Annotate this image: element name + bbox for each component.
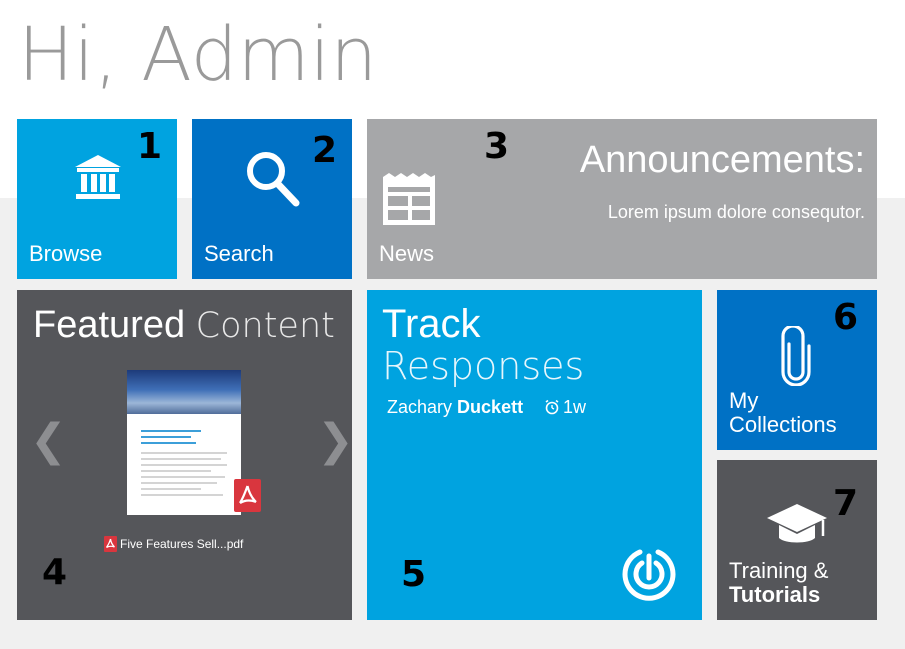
search-tile[interactable]: Search 2 xyxy=(192,119,352,279)
track-title: Track xyxy=(382,302,481,346)
doc-text-line xyxy=(141,476,225,478)
search-label: Search xyxy=(204,241,274,266)
collections-label-line2: Collections xyxy=(729,412,837,437)
alarm-clock-icon xyxy=(545,399,559,415)
doc-heading-line xyxy=(141,436,191,438)
doc-text-line xyxy=(141,494,223,496)
document-cover-photo xyxy=(127,370,241,414)
callout-number-1: 1 xyxy=(137,126,163,167)
callout-number-5: 5 xyxy=(401,554,427,595)
pdf-icon xyxy=(234,479,261,512)
greeting-title: Hi, Admin xyxy=(18,12,378,98)
paperclip-icon xyxy=(781,326,811,386)
callout-number-6: 6 xyxy=(833,297,859,338)
callout-number-2: 2 xyxy=(312,130,338,171)
news-label: News xyxy=(379,241,435,266)
announcements-text: Lorem ipsum dolore consequtor. xyxy=(607,202,865,222)
doc-text-line xyxy=(141,470,211,472)
track-user-name: Zachary Duckett xyxy=(387,397,523,418)
featured-title: Featured Content xyxy=(33,304,335,347)
doc-heading-line xyxy=(141,430,201,432)
training-label-line2: Tutorials xyxy=(729,582,821,607)
pdf-icon xyxy=(104,536,117,552)
browse-label: Browse xyxy=(29,241,103,266)
user-first-name: Zachary xyxy=(387,397,453,417)
track-age: 1w xyxy=(563,397,587,417)
carousel-next-arrow[interactable]: ❯ xyxy=(317,415,352,466)
doc-text-line xyxy=(141,488,201,490)
featured-title-bold: Featured xyxy=(33,304,186,346)
callout-number-3: 3 xyxy=(484,126,510,167)
browse-tile[interactable]: Browse 1 xyxy=(17,119,177,279)
news-tile[interactable]: News 3 Announcements: Lorem ipsum dolore… xyxy=(367,119,877,279)
carousel-prev-arrow[interactable]: ❮ xyxy=(30,415,67,466)
collections-label-line1: My xyxy=(729,388,759,413)
training-tutorials-tile[interactable]: Training & Tutorials 7 xyxy=(717,460,877,620)
radar-icon xyxy=(622,549,676,601)
track-responses-tile[interactable]: Track Responses Zachary Duckett 1w 5 xyxy=(367,290,702,620)
doc-text-line xyxy=(141,452,227,454)
graduation-cap-icon xyxy=(767,504,827,543)
search-icon xyxy=(247,152,300,207)
training-label-line1: Training & xyxy=(729,558,829,583)
featured-title-light: Content xyxy=(195,306,335,346)
my-collections-tile[interactable]: My Collections 6 xyxy=(717,290,877,450)
doc-text-line xyxy=(141,482,217,484)
newspaper-icon xyxy=(383,173,435,225)
doc-text-line xyxy=(141,464,227,466)
announcements-title: Announcements: xyxy=(579,139,865,181)
doc-heading-line xyxy=(141,442,196,444)
callout-number-7: 7 xyxy=(833,483,859,524)
featured-content-tile[interactable]: Featured Content ❮ ❯ Five Features Sell.… xyxy=(17,290,352,620)
featured-file-name[interactable]: Five Features Sell...pdf xyxy=(120,537,243,551)
callout-number-4: 4 xyxy=(42,552,68,593)
bank-icon xyxy=(75,155,121,199)
user-last-name: Duckett xyxy=(457,397,524,417)
document-thumbnail[interactable] xyxy=(127,370,241,515)
doc-text-line xyxy=(141,458,221,460)
track-subtitle: Responses xyxy=(382,344,585,388)
